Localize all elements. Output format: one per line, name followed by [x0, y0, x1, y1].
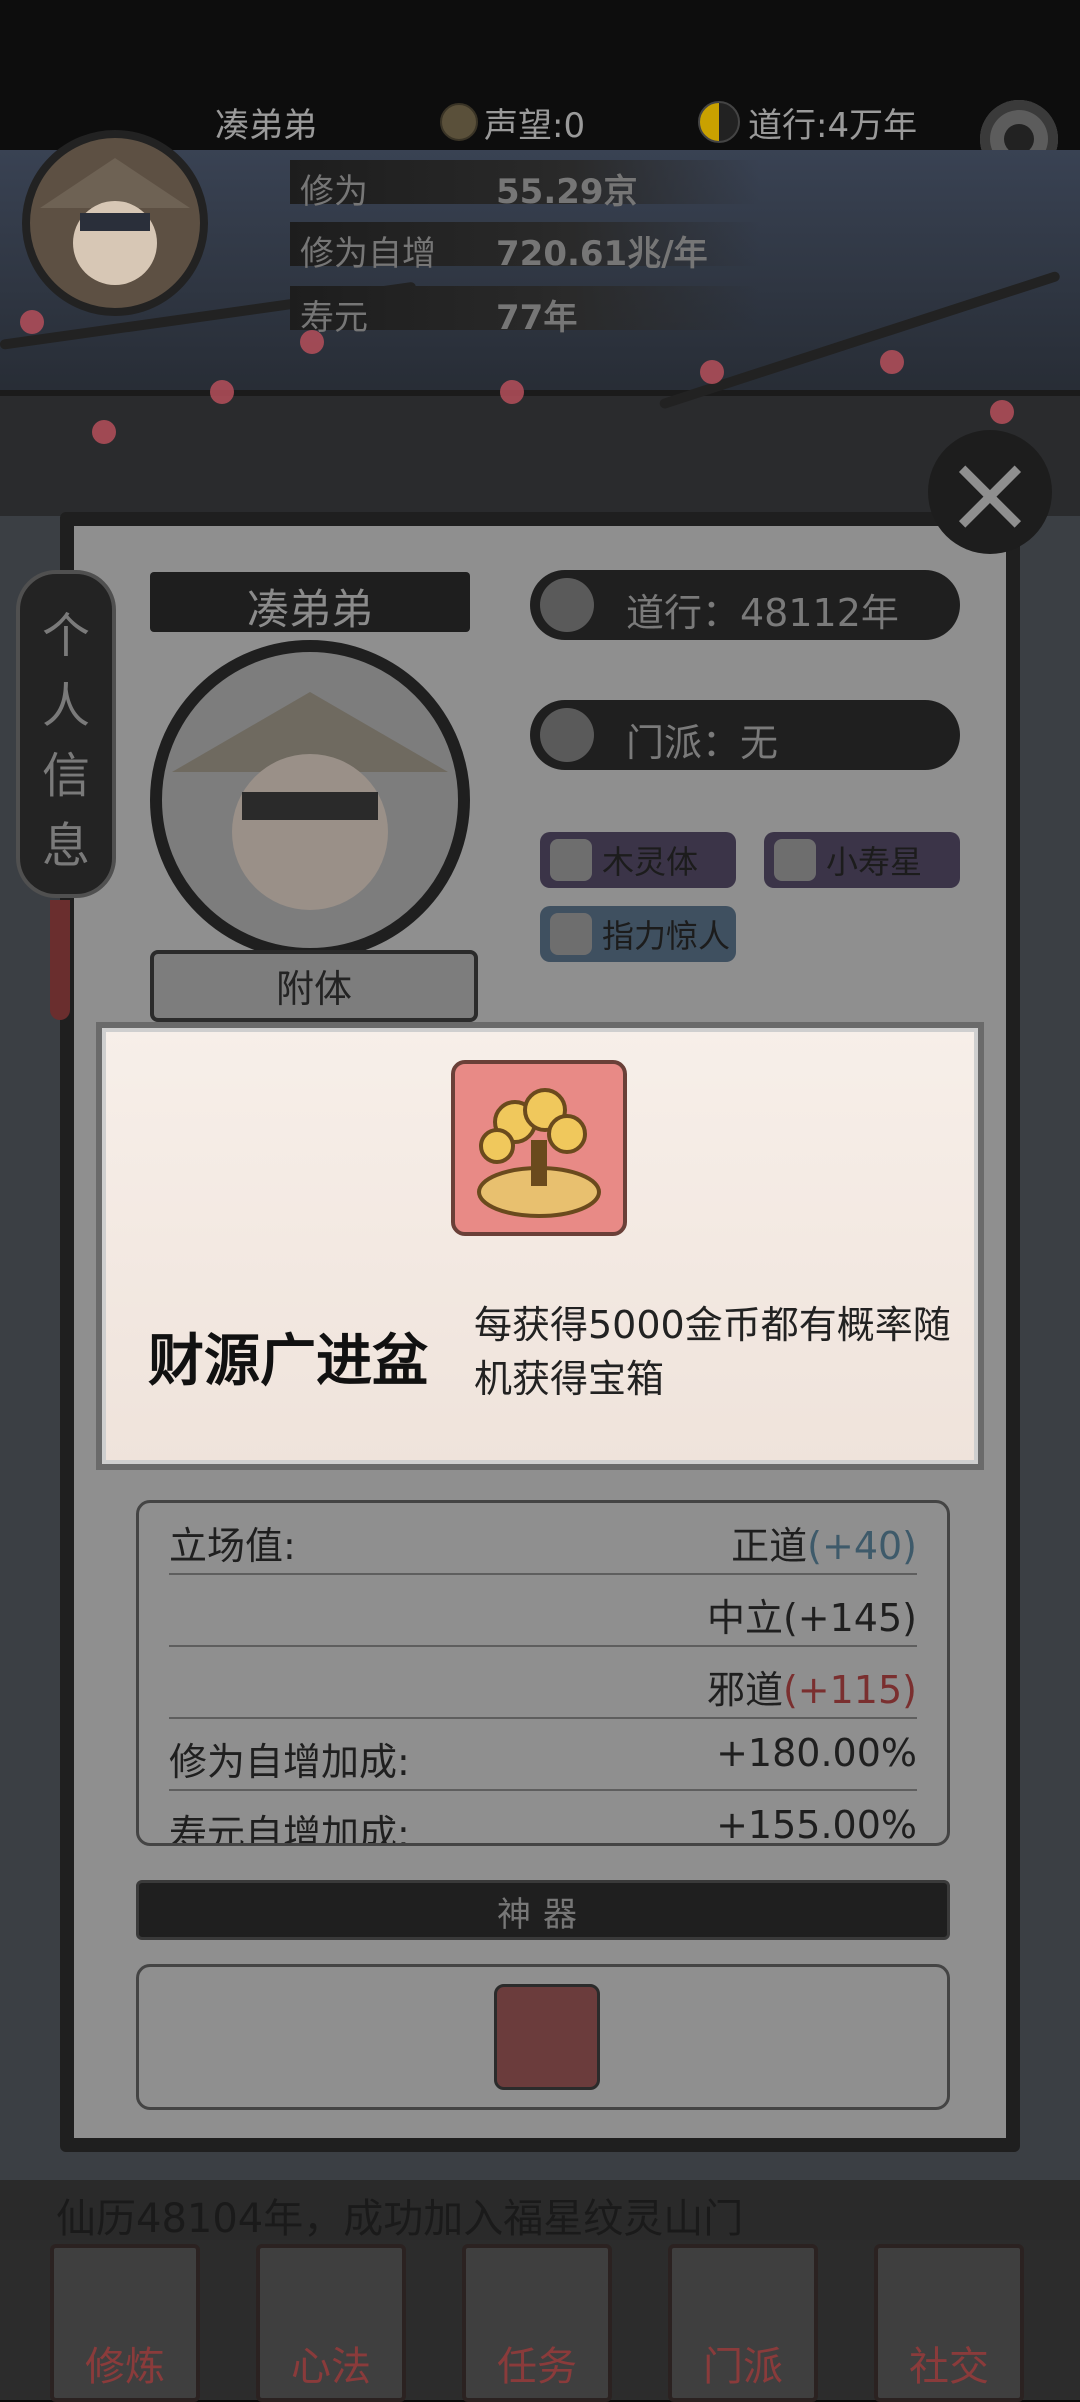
event-log-text: 仙历48104年，成功加入福星纹灵山门 — [56, 2196, 744, 2242]
close-button[interactable]: × — [928, 430, 1052, 554]
daoxing-pill: 道行：48112年 — [530, 570, 960, 640]
taiji-icon — [540, 578, 594, 632]
blossom-flower — [210, 380, 234, 404]
sect-pill: 门派：无 — [530, 700, 960, 770]
fist-icon — [550, 839, 592, 881]
item-name: 财源广进盆 — [148, 1329, 428, 1394]
stat-value: 55.29京 — [496, 172, 638, 212]
tab-char: 人 — [41, 678, 90, 734]
artifact-slot-money-tree-icon[interactable] — [494, 1984, 600, 2090]
row-label: 修为自增加成: — [169, 1740, 410, 1784]
attach-button[interactable]: 附体 — [150, 950, 478, 1022]
nav-cultivate[interactable]: 修炼 — [50, 2244, 200, 2402]
background-roof — [0, 390, 1080, 516]
row-value: 邪道(+115) — [707, 1659, 917, 1714]
nav-label: 心法 — [291, 2344, 371, 2390]
stat-row-lifespan: 寿元 77年 — [290, 286, 760, 338]
row-label: 立场值: — [169, 1524, 296, 1568]
table-row: 寿元自增加成: +155.00% — [169, 1791, 917, 1846]
blossom-flower — [92, 420, 116, 444]
sect-value: 门派：无 — [626, 721, 779, 765]
nav-label: 修炼 — [85, 2344, 165, 2390]
blossom-flower — [20, 310, 44, 334]
tab-tassel — [50, 900, 70, 1020]
trait-tag[interactable]: 小寿星 — [764, 832, 960, 888]
daoxing-text: 道行:4万年 — [748, 105, 918, 146]
player-name-top: 凑弟弟 — [215, 105, 317, 146]
artifact-title: 神器 — [497, 1895, 589, 1935]
table-row: 中立(+145) — [169, 1575, 917, 1647]
row-label: 寿元自增加成: — [169, 1812, 410, 1846]
profile-name: 凑弟弟 — [246, 585, 373, 634]
reputation-display: 声望:0 — [440, 96, 585, 148]
nav-mind-method[interactable]: 心法 — [256, 2244, 406, 2402]
stat-label: 修为自增 — [300, 234, 436, 274]
table-row: 邪道(+115) — [169, 1647, 917, 1719]
reputation-coin-icon — [440, 103, 478, 141]
trait-tag[interactable]: 木灵体 — [540, 832, 736, 888]
trait-label: 木灵体 — [602, 843, 699, 881]
stat-value: 720.61兆/年 — [496, 234, 708, 274]
row-value: 正道(+40) — [731, 1515, 917, 1570]
row-delta: (+115) — [782, 1668, 917, 1712]
table-row: 修为自增加成: +180.00% — [169, 1719, 917, 1791]
scroll-icon — [550, 913, 592, 955]
blossom-flower — [700, 360, 724, 384]
nav-sect[interactable]: 门派 — [668, 2244, 818, 2402]
temple-icon — [540, 708, 594, 762]
nav-social[interactable]: 社交 — [874, 2244, 1024, 2402]
money-tree-icon — [451, 1060, 627, 1236]
nav-label: 门派 — [703, 2344, 783, 2390]
stat-row-cultivation: 修为 55.29京 — [290, 160, 760, 212]
nav-label: 社交 — [909, 2344, 989, 2390]
trait-label: 小寿星 — [826, 843, 923, 881]
stat-label: 修为 — [300, 172, 368, 212]
row-value: 中立(+145) — [706, 1596, 917, 1640]
blossom-flower — [990, 400, 1014, 424]
tab-personal-info[interactable]: 个 人 信 息 — [16, 570, 116, 898]
profile-name-banner: 凑弟弟 — [150, 572, 470, 634]
stats-table: 立场值: 正道(+40) 中立(+145) 邪道(+115) 修为自增加成: +… — [136, 1500, 950, 1846]
item-description: 每获得5000金币都有概率随机获得宝箱 — [474, 1303, 951, 1401]
daoxing-display: 道行:4万年 — [698, 96, 917, 148]
trait-tag[interactable]: 指力惊人 — [540, 906, 736, 962]
taiji-icon — [698, 101, 740, 143]
player-avatar-small[interactable] — [22, 130, 208, 316]
scroll-icon — [774, 839, 816, 881]
blossom-flower — [880, 350, 904, 374]
player-avatar-large[interactable] — [150, 640, 470, 960]
stat-row-growth: 修为自增 720.61兆/年 — [290, 222, 760, 274]
nav-tasks[interactable]: 任务 — [462, 2244, 612, 2402]
close-icon: × — [943, 429, 1037, 557]
artifact-section-header: 神器 — [136, 1880, 950, 1940]
row-value: +155.00% — [716, 1803, 917, 1846]
daoxing-value: 道行：48112年 — [626, 591, 899, 635]
tab-char: 息 — [41, 818, 90, 874]
attach-button-label: 附体 — [275, 967, 352, 1011]
row-delta: (+40) — [807, 1524, 917, 1568]
row-value: +180.00% — [716, 1731, 917, 1775]
tab-char: 个 — [41, 608, 90, 664]
stat-label: 寿元 — [300, 298, 368, 338]
stat-value: 77年 — [496, 298, 578, 338]
nav-label: 任务 — [497, 2344, 577, 2390]
trait-label: 指力惊人 — [602, 917, 731, 955]
tab-char: 信 — [41, 748, 90, 804]
row-value-text: 正道 — [731, 1524, 808, 1568]
event-log: 仙历48104年，成功加入福星纹灵山门 — [0, 2180, 1080, 2242]
reputation-text: 声望:0 — [484, 105, 586, 146]
blossom-flower — [500, 380, 524, 404]
table-row: 立场值: 正道(+40) — [169, 1503, 917, 1575]
row-value-text: 邪道 — [706, 1668, 783, 1712]
